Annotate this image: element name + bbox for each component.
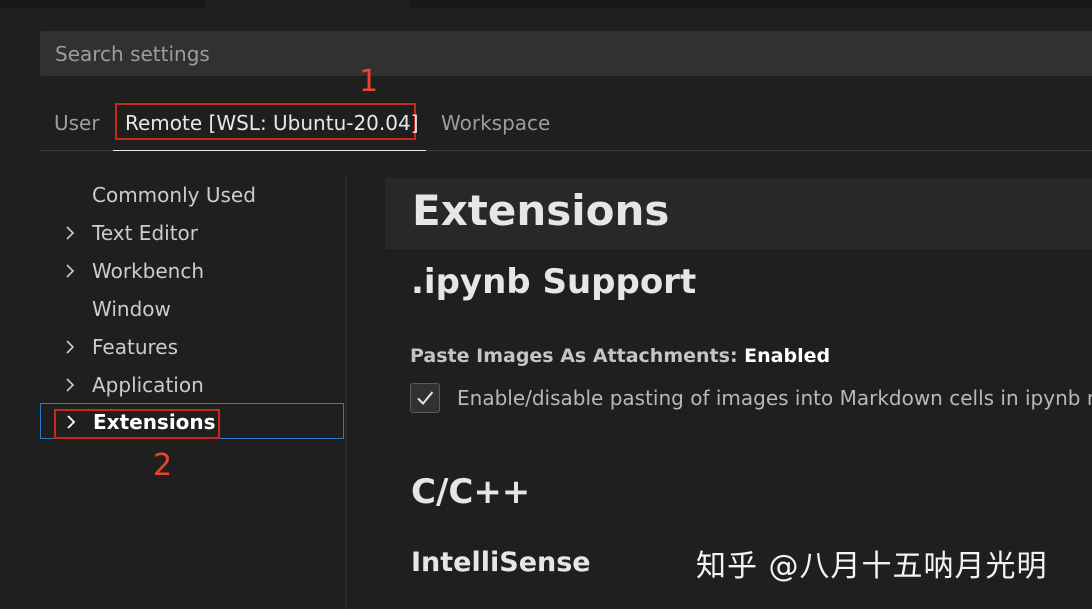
chevron-right-icon[interactable]: [64, 367, 78, 403]
top-tab-strip: [0, 0, 1092, 8]
search-settings-input[interactable]: [53, 40, 1092, 67]
search-settings-box[interactable]: [40, 31, 1092, 76]
section-title: Extensions: [412, 186, 670, 235]
chevron-right-icon[interactable]: [65, 404, 79, 440]
toc-item-commonly-used[interactable]: Commonly Used: [40, 177, 344, 213]
tab-workspace[interactable]: Workspace: [441, 98, 550, 150]
zhihu-watermark: 知乎 @八月十五呐月光明: [696, 549, 1048, 584]
toc-item-text-editor[interactable]: Text Editor: [40, 215, 344, 251]
tab-remote-label: Remote [WSL: Ubuntu-20.04]: [125, 111, 419, 135]
toc-item-features[interactable]: Features: [40, 329, 344, 365]
chevron-right-icon[interactable]: [64, 215, 78, 251]
active-tab-underline: [113, 150, 426, 151]
toc-item-workbench[interactable]: Workbench: [40, 253, 344, 289]
tab-user[interactable]: User: [54, 98, 100, 150]
cpp-heading: C/C++: [411, 472, 531, 512]
settings-toc: Commonly Used Text Editor Workbench Wind…: [40, 176, 345, 609]
annotation-number-2: 2: [153, 448, 173, 483]
toc-item-application[interactable]: Application: [40, 367, 344, 403]
chevron-right-icon[interactable]: [64, 253, 78, 289]
tab-remote-wsl[interactable]: Remote [WSL: Ubuntu-20.04]: [113, 98, 431, 151]
settings-window: 1 User Remote [WSL: Ubuntu-20.04] Worksp…: [0, 0, 1092, 609]
setting-description: Enable/disable pasting of images into Ma…: [457, 386, 1092, 410]
chevron-right-icon[interactable]: [64, 329, 78, 365]
setting-value: Enabled: [744, 345, 831, 367]
ipynb-support-heading: .ipynb Support: [411, 262, 697, 302]
toc-item-window[interactable]: Window: [40, 291, 344, 327]
intellisense-subheading: IntelliSense: [411, 547, 591, 578]
settings-scope-tabs: User Remote [WSL: Ubuntu-20.04] Workspac…: [40, 98, 1092, 151]
section-header: Extensions: [385, 178, 1092, 249]
checkmark-icon: [417, 391, 434, 405]
paste-images-checkbox[interactable]: [410, 383, 440, 413]
toc-item-extensions[interactable]: Extensions: [40, 403, 344, 439]
annotation-number-1: 1: [359, 64, 379, 99]
setting-paste-images-label: Paste Images As Attachments: Enabled: [410, 345, 831, 367]
